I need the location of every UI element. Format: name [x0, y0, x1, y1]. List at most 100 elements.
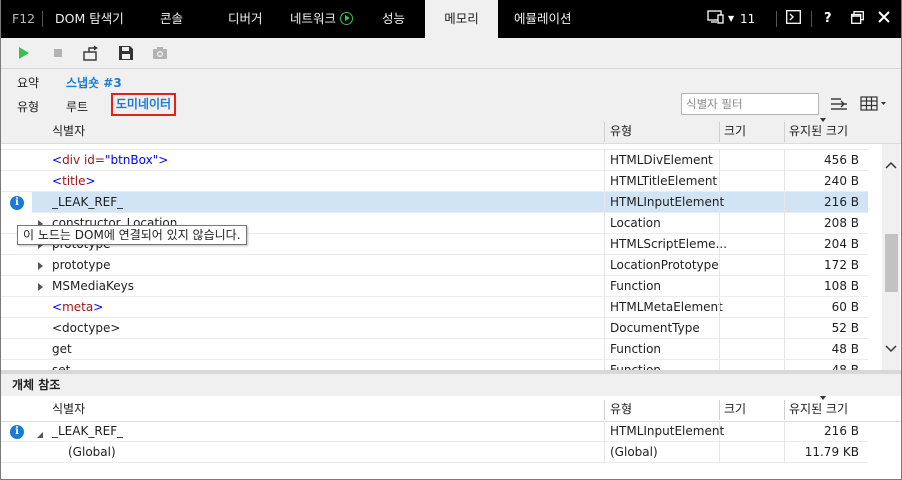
vertical-scrollbar[interactable] [882, 144, 900, 372]
chevron-down-icon[interactable] [885, 342, 897, 354]
collapse-arrow-icon[interactable] [36, 428, 44, 442]
row-identifier: <div id="btnBox"> [52, 153, 169, 167]
chevron-down-icon[interactable]: ▼ [728, 0, 734, 38]
divider [811, 11, 812, 27]
snapshot-breadcrumb[interactable]: 스냅숏 #3 [66, 74, 122, 91]
sort-descending-icon [820, 118, 826, 122]
row-identifier: _LEAK_REF_ [52, 424, 124, 438]
fold-objects-icon[interactable] [829, 96, 849, 112]
refs-column-header: 식별자 유형 크기 유지된 크기 [0, 396, 902, 422]
divider [776, 11, 777, 27]
devtools-tab-bar: F12 DOM 탐색기 콘솔 디버거 네트워크 성능 메모리 에뮬레이션 ▼ 1… [0, 0, 902, 38]
expand-arrow-icon[interactable] [38, 262, 43, 270]
tab-debugger[interactable]: 디버거 [228, 0, 263, 38]
import-icon[interactable] [83, 45, 99, 61]
row-retained-size: 48 B [831, 342, 859, 356]
view-tab-roots[interactable]: 루트 [66, 98, 88, 115]
row-identifier: (Global) [68, 445, 116, 459]
row-identifier: <title> [52, 174, 96, 188]
column-header-type[interactable]: 유형 [610, 396, 632, 422]
column-header-type[interactable]: 유형 [610, 118, 632, 144]
play-circle-icon [340, 12, 354, 25]
row-type: (Global) [610, 445, 658, 459]
row-identifier: <meta> [52, 300, 104, 314]
view-tab-types[interactable]: 유형 [17, 98, 39, 115]
row-type: HTMLTitleElement [610, 174, 718, 188]
table-row[interactable]: MSMediaKeys Function 108 B [0, 276, 868, 297]
tab-console[interactable]: 콘솔 [160, 0, 183, 38]
references-grid: i _LEAK_REF_ HTMLInputElement 216 B (Glo… [0, 421, 882, 465]
table-row[interactable]: i _LEAK_REF_ HTMLInputElement 216 B [0, 421, 868, 442]
column-header-identifier[interactable]: 식별자 [52, 396, 85, 422]
row-identifier: prototype [52, 258, 111, 272]
row-identifier: set [52, 363, 71, 370]
chevron-up-icon[interactable] [885, 160, 897, 172]
row-type: Function [610, 363, 662, 370]
row-type: Function [610, 342, 662, 356]
row-retained-size: 60 B [831, 300, 859, 314]
table-row[interactable]: <div id="btnBox"> HTMLDivElement 456 B [0, 150, 868, 171]
identifier-filter-input[interactable]: 식별자 필터 [681, 93, 819, 115]
table-row[interactable]: set Function 48 B [0, 360, 868, 370]
table-row[interactable]: prototype LocationPrototype 172 B [0, 255, 868, 276]
scrollbar-thumb[interactable] [885, 234, 898, 292]
undock-icon[interactable] [851, 0, 864, 38]
column-header-retained-size[interactable]: 유지된 크기 [789, 118, 848, 144]
column-divider [784, 122, 785, 142]
sort-descending-icon [820, 396, 826, 400]
row-type: HTMLScriptEleme... [610, 237, 728, 251]
table-row[interactable]: (Global) (Global) 11.79 KB [0, 442, 868, 463]
row-identifier: <doctype> [52, 321, 121, 335]
table-row[interactable]: <title> HTMLTitleElement 240 B [0, 171, 868, 192]
device-icon[interactable] [707, 0, 725, 38]
row-type: LocationPrototype [610, 258, 719, 272]
row-retained-size: 208 B [824, 216, 859, 230]
help-icon[interactable]: ? [824, 0, 832, 38]
column-divider [719, 400, 720, 420]
column-divider [604, 122, 605, 142]
object-references-title: 개체 참조 [0, 374, 902, 396]
grid-column-header: 식별자 유형 크기 유지된 크기 [0, 118, 902, 144]
table-row[interactable]: get Function 48 B [0, 339, 868, 360]
memory-toolbar [0, 38, 902, 69]
console-icon[interactable] [786, 0, 801, 38]
save-icon[interactable] [118, 45, 134, 61]
info-icon[interactable]: i [10, 196, 24, 210]
table-row-selected[interactable]: _LEAK_REF_ HTMLInputElement 216 B [32, 192, 868, 213]
tab-memory[interactable]: 메모리 [425, 0, 498, 38]
table-row[interactable]: <meta> HTMLMetaElement 60 B [0, 297, 868, 318]
column-chooser-icon[interactable] [860, 96, 888, 112]
column-header-identifier[interactable]: 식별자 [52, 118, 85, 144]
tab-network-label: 네트워크 [290, 11, 337, 26]
f12-label: F12 [12, 11, 36, 26]
close-icon[interactable] [878, 0, 890, 38]
table-row[interactable]: <doctype> DocumentType 52 B [0, 318, 868, 339]
summary-link[interactable]: 요약 [17, 74, 39, 91]
tab-dom-explorer[interactable]: DOM 탐색기 [55, 0, 124, 38]
row-type: HTMLInputElement [610, 424, 725, 438]
row-retained-size: 11.79 KB [804, 445, 859, 459]
row-retained-size: 48 B [831, 363, 859, 370]
info-icon[interactable]: i [10, 425, 24, 439]
tab-performance[interactable]: 성능 [382, 0, 405, 38]
row-retained-size: 456 B [824, 153, 859, 167]
row-identifier: MSMediaKeys [52, 279, 135, 293]
expand-arrow-icon[interactable] [38, 283, 43, 291]
row-retained-size: 172 B [824, 258, 859, 272]
row-retained-size: 108 B [824, 279, 859, 293]
row-identifier: _LEAK_REF_ [52, 195, 124, 209]
column-header-size[interactable]: 크기 [724, 118, 746, 144]
column-header-size[interactable]: 크기 [724, 396, 746, 422]
tab-network[interactable]: 네트워크 [290, 0, 354, 38]
stop-icon[interactable] [50, 45, 66, 61]
snapshot-camera-icon[interactable] [152, 45, 168, 61]
column-header-retained-size[interactable]: 유지된 크기 [789, 396, 848, 422]
view-tab-dominators[interactable]: 도미네이터 [111, 93, 176, 116]
row-type: HTMLInputElement [610, 195, 725, 209]
column-divider [719, 122, 720, 142]
divider [42, 11, 43, 27]
start-icon[interactable] [16, 45, 32, 61]
tooltip: 이 노드는 DOM에 연결되어 있지 않습니다. [17, 225, 247, 245]
device-count: 11 [740, 12, 756, 26]
tab-emulation[interactable]: 에뮬레이션 [514, 0, 572, 38]
